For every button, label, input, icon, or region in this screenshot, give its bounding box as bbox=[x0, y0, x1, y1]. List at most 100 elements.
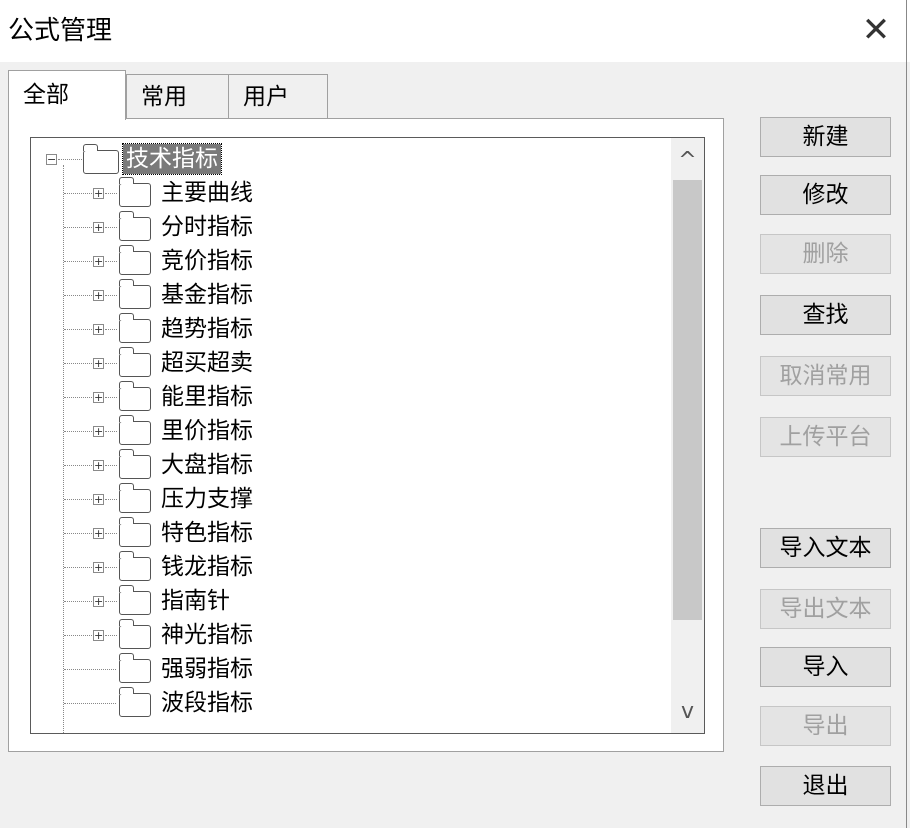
close-icon[interactable]: ✕ bbox=[856, 10, 896, 50]
tree-connector bbox=[64, 193, 92, 194]
tree-connector bbox=[105, 261, 117, 262]
tree-connector bbox=[64, 499, 92, 500]
tree-item-label[interactable]: 趋势指标 bbox=[161, 314, 253, 344]
tree-connector bbox=[64, 295, 92, 296]
folder-icon bbox=[118, 245, 151, 275]
tree-connector bbox=[64, 669, 116, 670]
tree-connector bbox=[105, 193, 117, 194]
tree-connector bbox=[105, 567, 117, 568]
tree-item-label[interactable]: 钱龙指标 bbox=[161, 552, 253, 582]
vertical-scrollbar[interactable]: ^ v bbox=[671, 138, 704, 733]
folder-icon bbox=[118, 211, 151, 241]
folder-icon bbox=[118, 653, 151, 683]
folder-icon bbox=[118, 483, 151, 513]
expand-icon[interactable]: + bbox=[93, 630, 104, 641]
tree-connector bbox=[105, 601, 117, 602]
tree-item-label[interactable]: 压力支撑 bbox=[161, 484, 253, 514]
tree-connector bbox=[64, 703, 116, 704]
tree-connector bbox=[64, 465, 92, 466]
tab-common[interactable]: 常用 bbox=[126, 74, 230, 118]
tree-item-label[interactable]: 波段指标 bbox=[161, 688, 253, 718]
expand-icon[interactable]: + bbox=[93, 358, 104, 369]
folder-icon bbox=[118, 313, 151, 343]
tree-connector bbox=[105, 499, 117, 500]
expand-icon[interactable]: + bbox=[93, 494, 104, 505]
expand-icon[interactable]: + bbox=[93, 188, 104, 199]
tree-item-label[interactable]: 竞价指标 bbox=[161, 246, 253, 276]
find-button[interactable]: 查找 bbox=[760, 295, 891, 335]
tab-all[interactable]: 全部 bbox=[8, 70, 126, 120]
folder-icon bbox=[118, 279, 151, 309]
tree-connector bbox=[64, 397, 92, 398]
window-title: 公式管理 bbox=[8, 16, 113, 46]
tree-root-label[interactable]: 技术指标 bbox=[122, 143, 222, 175]
tree-connector bbox=[105, 227, 117, 228]
folder-icon bbox=[118, 449, 151, 479]
collapse-icon[interactable]: − bbox=[46, 154, 57, 165]
scroll-up-icon[interactable]: ^ bbox=[671, 146, 704, 176]
tree-connector bbox=[64, 635, 92, 636]
folder-icon bbox=[118, 415, 151, 445]
tab-label: 全部 bbox=[23, 82, 69, 108]
folder-icon bbox=[118, 687, 151, 717]
new-button[interactable]: 新建 bbox=[760, 117, 891, 157]
tree-connector bbox=[105, 363, 117, 364]
folder-icon bbox=[118, 381, 151, 411]
expand-icon[interactable]: + bbox=[93, 392, 104, 403]
folder-open-icon bbox=[82, 144, 119, 174]
tree-item-label[interactable]: 基金指标 bbox=[161, 280, 253, 310]
folder-icon bbox=[118, 585, 151, 615]
expand-icon[interactable]: + bbox=[93, 528, 104, 539]
tree-item-label[interactable]: 指南针 bbox=[161, 586, 230, 616]
tree-item-label[interactable]: 能里指标 bbox=[161, 382, 253, 412]
tree-connector bbox=[105, 431, 117, 432]
export-text-button: 导出文本 bbox=[760, 589, 891, 629]
tree-connector bbox=[64, 601, 92, 602]
tree-connector bbox=[64, 363, 92, 364]
import-button[interactable]: 导入 bbox=[760, 647, 891, 687]
tree-connector bbox=[64, 227, 92, 228]
folder-icon bbox=[118, 347, 151, 377]
tree-item-label[interactable]: 里价指标 bbox=[161, 416, 253, 446]
scroll-thumb[interactable] bbox=[673, 180, 702, 620]
expand-icon[interactable]: + bbox=[93, 256, 104, 267]
tree-connector bbox=[105, 329, 117, 330]
expand-icon[interactable]: + bbox=[93, 426, 104, 437]
formula-tree[interactable]: ^ v − 技术指标 + 主要曲线 + 分时指标 + 竞价指标 + 基金指标 + 趋势指标 + 超买超卖 +… bbox=[30, 137, 705, 734]
delete-button: 删除 bbox=[760, 234, 891, 274]
tree-item-label[interactable]: 超买超卖 bbox=[161, 348, 253, 378]
expand-icon[interactable]: + bbox=[93, 324, 104, 335]
tree-connector bbox=[105, 397, 117, 398]
folder-icon bbox=[118, 551, 151, 581]
tree-item-label[interactable]: 特色指标 bbox=[161, 518, 253, 548]
folder-icon bbox=[118, 177, 151, 207]
expand-icon[interactable]: + bbox=[93, 222, 104, 233]
tree-connector bbox=[105, 295, 117, 296]
tree-item-label[interactable]: 分时指标 bbox=[161, 212, 253, 242]
import-text-button[interactable]: 导入文本 bbox=[760, 528, 891, 568]
expand-icon[interactable]: + bbox=[93, 562, 104, 573]
tree-item-label[interactable]: 强弱指标 bbox=[161, 654, 253, 684]
scroll-down-icon[interactable]: v bbox=[671, 697, 704, 727]
tab-user[interactable]: 用户 bbox=[228, 74, 328, 118]
upload-platform-button: 上传平台 bbox=[760, 417, 891, 457]
tree-connector bbox=[58, 159, 82, 160]
modify-button[interactable]: 修改 bbox=[760, 175, 891, 215]
expand-icon[interactable]: + bbox=[93, 596, 104, 607]
exit-button[interactable]: 退出 bbox=[760, 766, 891, 806]
tree-connector bbox=[64, 567, 92, 568]
tree-connector bbox=[64, 431, 92, 432]
tree-item-label[interactable]: 神光指标 bbox=[161, 620, 253, 650]
folder-icon bbox=[118, 517, 151, 547]
tree-item-label[interactable]: 主要曲线 bbox=[161, 178, 253, 208]
tree-item-label[interactable]: 大盘指标 bbox=[161, 450, 253, 480]
folder-icon bbox=[118, 619, 151, 649]
remove-favorite-button: 取消常用 bbox=[760, 356, 891, 396]
expand-icon[interactable]: + bbox=[93, 460, 104, 471]
tree-connector bbox=[63, 165, 64, 733]
window-edge bbox=[906, 0, 907, 828]
expand-icon[interactable]: + bbox=[93, 290, 104, 301]
tree-connector bbox=[105, 635, 117, 636]
tree-connector bbox=[64, 261, 92, 262]
export-button: 导出 bbox=[760, 706, 891, 746]
